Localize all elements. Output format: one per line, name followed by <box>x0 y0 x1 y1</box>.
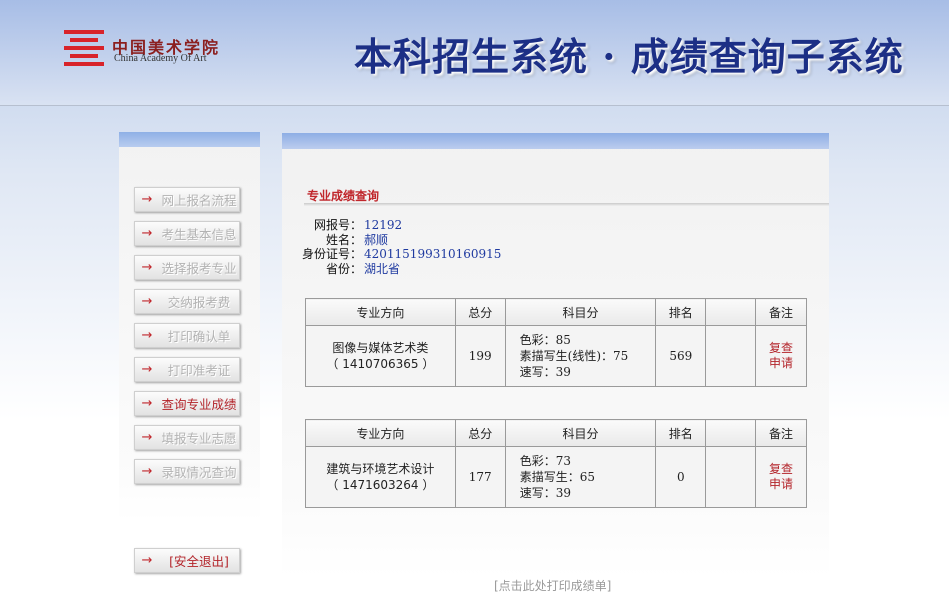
province-value: 湖北省 <box>364 261 401 276</box>
sidebar-item-print-confirmation[interactable]: → 打印确认单 <box>134 323 240 348</box>
arrow-right-icon: → <box>141 396 153 411</box>
arrow-right-icon: → <box>141 328 153 343</box>
sidebar-item-label: 打印准考证 <box>167 363 231 378</box>
header-rank: 排名 <box>655 298 707 326</box>
logout-label: [安全退出] <box>169 554 229 569</box>
header-subjects: 科目分 <box>504 419 657 447</box>
province-label: 省份： <box>325 261 362 276</box>
reg-no-value: 12192 <box>364 218 403 232</box>
sidebar-item-label: 考生基本信息 <box>161 227 237 242</box>
sidebar-item-label: 录取情况查询 <box>161 465 237 480</box>
header-direction: 专业方向 <box>305 419 456 447</box>
system-title: 本科招生系统 · 成绩查询子系统 <box>354 34 904 79</box>
id-value: 420115199310160915 <box>364 247 502 261</box>
academy-logo-mark-icon <box>64 30 104 66</box>
logout-button[interactable]: → [安全退出] <box>134 548 240 573</box>
info-row-id: 身份证号： 420115199310160915 <box>302 247 501 262</box>
rank-value: 0 <box>655 446 707 508</box>
subject-scores: 色彩：85 素描写生(线性)：75 速写：39 <box>504 325 657 387</box>
sidebar-top-bar <box>119 132 260 147</box>
sidebar-item-query-scores[interactable]: → 查询专业成绩 <box>134 391 240 416</box>
id-label: 身份证号： <box>302 247 363 261</box>
table-header-row: 专业方向 总分 科目分 排名 备注 <box>305 298 807 326</box>
header-direction: 专业方向 <box>305 298 456 326</box>
score-panel: 专业成绩查询 网报号： 12192 姓名： 郝顺 身份证号： 420115199… <box>282 133 829 578</box>
review-request-text: 复查 <box>769 341 794 355</box>
academy-logo: 中国美术学院 China Academy Of Art <box>64 30 234 70</box>
header-subjects: 科目分 <box>504 298 657 326</box>
rank-value: 569 <box>655 325 707 387</box>
review-request-text: 申请 <box>769 477 794 491</box>
sidebar-item-print-admission-ticket[interactable]: → 打印准考证 <box>134 357 240 382</box>
header-remark: 备注 <box>755 419 807 447</box>
review-request-link[interactable]: 复查 申请 <box>755 446 807 508</box>
sidebar-item-basic-info[interactable]: → 考生基本信息 <box>134 221 240 246</box>
table-row: 建筑与环境艺术设计 （ 1471603264 ） 177 色彩：73 素描写生：… <box>305 446 807 508</box>
score-table: 专业方向 总分 科目分 排名 备注 建筑与环境艺术设计 （ 1471603264… <box>305 419 807 508</box>
subject-score: 素描写生(线性)：75 <box>519 349 629 363</box>
logo-english-name: China Academy Of Art <box>114 53 207 64</box>
name-label: 姓名： <box>325 232 362 247</box>
print-scores-link[interactable]: [点击此处打印成绩单] <box>494 577 611 594</box>
direction-name: 建筑与环境艺术设计 <box>326 462 435 476</box>
sidebar-nav: → 网上报名流程 → 考生基本信息 → 选择报考专业 → 交纳报考费 → 打印确… <box>119 132 260 522</box>
arrow-right-icon: → <box>141 192 153 207</box>
table-header-row: 专业方向 总分 科目分 排名 备注 <box>305 419 807 447</box>
header-remark: 备注 <box>755 298 807 326</box>
sidebar-item-registration-process[interactable]: → 网上报名流程 <box>134 187 240 212</box>
arrow-right-icon: → <box>141 294 153 309</box>
sidebar-item-label: 查询专业成绩 <box>161 397 237 412</box>
sidebar-item-label: 选择报考专业 <box>161 261 237 276</box>
arrow-right-icon: → <box>141 362 153 377</box>
header-total: 总分 <box>454 419 506 447</box>
table-row: 图像与媒体艺术类 （ 1410706365 ） 199 色彩：85 素描写生(线… <box>305 325 807 387</box>
sidebar-item-choose-major[interactable]: → 选择报考专业 <box>134 255 240 280</box>
section-divider <box>304 203 829 206</box>
arrow-right-icon: → <box>141 464 153 479</box>
info-row-province: 省份： 湖北省 <box>302 262 501 277</box>
info-row-reg-no: 网报号： 12192 <box>302 218 501 233</box>
header-blank <box>705 419 757 447</box>
subject-score: 素描写生：65 <box>519 470 595 484</box>
sidebar-item-pay-fee[interactable]: → 交纳报考费 <box>134 289 240 314</box>
candidate-info: 网报号： 12192 姓名： 郝顺 身份证号： 4201151993101609… <box>302 218 501 276</box>
sidebar-item-label: 交纳报考费 <box>167 295 231 310</box>
name-value: 郝顺 <box>364 232 389 247</box>
subject-score: 色彩：85 <box>519 333 571 347</box>
subject-score: 速写：39 <box>519 486 571 500</box>
arrow-right-icon: → <box>141 260 153 275</box>
blank-cell <box>705 446 757 508</box>
direction-cell: 建筑与环境艺术设计 （ 1471603264 ） <box>305 446 456 508</box>
arrow-right-icon: → <box>141 553 153 568</box>
direction-code: （ 1471603264 ） <box>326 478 435 492</box>
page-header: 中国美术学院 China Academy Of Art 本科招生系统 · 成绩查… <box>0 0 949 106</box>
direction-cell: 图像与媒体艺术类 （ 1410706365 ） <box>305 325 456 387</box>
sidebar-item-label: 网上报名流程 <box>161 193 237 208</box>
section-title: 专业成绩查询 <box>307 189 380 203</box>
arrow-right-icon: → <box>141 430 153 445</box>
sidebar-item-label: 打印确认单 <box>167 329 231 344</box>
subject-score: 速写：39 <box>519 365 571 379</box>
panel-top-bar <box>282 133 829 149</box>
subject-scores: 色彩：73 素描写生：65 速写：39 <box>504 446 657 508</box>
subject-score: 色彩：73 <box>519 454 571 468</box>
blank-cell <box>705 325 757 387</box>
score-table: 专业方向 总分 科目分 排名 备注 图像与媒体艺术类 （ 1410706365 … <box>305 298 807 387</box>
total-score: 177 <box>454 446 506 508</box>
header-total: 总分 <box>454 298 506 326</box>
sidebar-item-label: 填报专业志愿 <box>161 431 237 446</box>
sidebar-item-fill-preferences[interactable]: → 填报专业志愿 <box>134 425 240 450</box>
sidebar-item-admission-status[interactable]: → 录取情况查询 <box>134 459 240 484</box>
direction-name: 图像与媒体艺术类 <box>332 341 429 355</box>
header-rank: 排名 <box>655 419 707 447</box>
review-request-text: 复查 <box>769 462 794 476</box>
info-row-name: 姓名： 郝顺 <box>302 233 501 248</box>
direction-code: （ 1410706365 ） <box>326 357 435 371</box>
review-request-text: 申请 <box>769 356 794 370</box>
arrow-right-icon: → <box>141 226 153 241</box>
header-blank <box>705 298 757 326</box>
reg-no-label: 网报号： <box>313 218 362 232</box>
review-request-link[interactable]: 复查 申请 <box>755 325 807 387</box>
total-score: 199 <box>454 325 506 387</box>
